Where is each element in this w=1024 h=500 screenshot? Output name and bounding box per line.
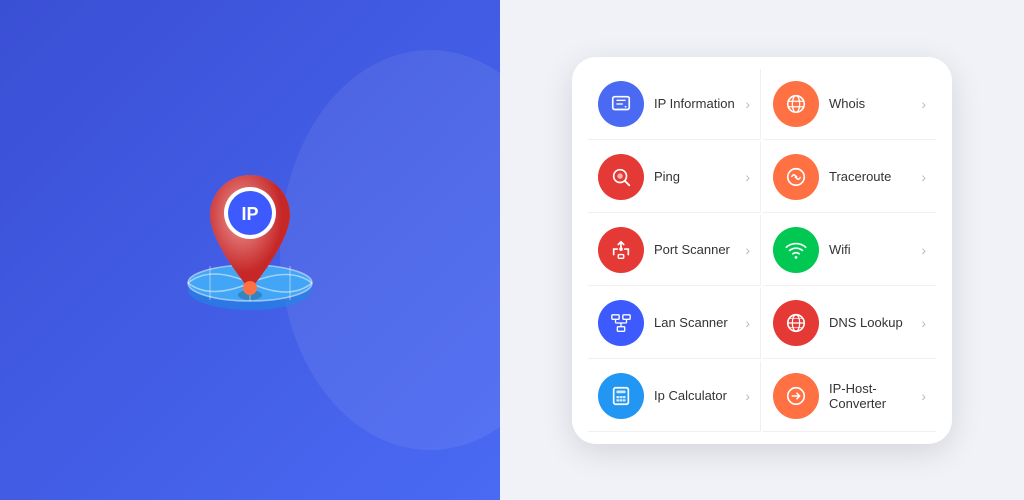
menu-item-ping[interactable]: Ping › [588,142,761,213]
menu-item-whois[interactable]: Whois › [763,69,936,140]
traceroute-chevron: › [921,169,926,185]
ip-info-icon [598,81,644,127]
right-panel: IP Information›Whois›Ping›Traceroute›Por… [500,0,1024,500]
svg-text:IP: IP [241,204,258,224]
menu-item-ip-calculator[interactable]: Ip Calculator › [588,361,761,432]
ip-info-chevron: › [745,96,750,112]
dns-lookup-label: DNS Lookup [829,315,917,330]
ping-label: Ping [654,169,741,184]
menu-grid: IP Information›Whois›Ping›Traceroute›Por… [588,69,936,432]
wifi-label: Wifi [829,242,917,257]
ip-host-icon [773,373,819,419]
traceroute-icon [773,154,819,200]
lan-scanner-icon [598,300,644,346]
menu-item-wifi[interactable]: Wifi › [763,215,936,286]
ping-icon [598,154,644,200]
ip-calculator-chevron: › [745,388,750,404]
dns-lookup-chevron: › [921,315,926,331]
left-panel: IP [0,0,500,500]
ip-host-chevron: › [921,388,926,404]
whois-label: Whois [829,96,917,111]
traceroute-label: Traceroute [829,169,917,184]
ip-calculator-icon [598,373,644,419]
whois-icon [773,81,819,127]
port-scanner-label: Port Scanner [654,242,741,257]
hero-illustration: IP [150,135,350,335]
port-scanner-chevron: › [745,242,750,258]
menu-card: IP Information›Whois›Ping›Traceroute›Por… [572,57,952,444]
lan-scanner-label: Lan Scanner [654,315,741,330]
ip-info-label: IP Information [654,96,741,111]
menu-item-ip-info[interactable]: IP Information › [588,69,761,140]
wifi-chevron: › [921,242,926,258]
ping-chevron: › [745,169,750,185]
menu-item-dns-lookup[interactable]: DNS Lookup › [763,288,936,359]
ip-host-label: IP-Host-Converter [829,381,917,411]
dns-lookup-icon [773,300,819,346]
menu-item-traceroute[interactable]: Traceroute › [763,142,936,213]
lan-scanner-chevron: › [745,315,750,331]
menu-item-lan-scanner[interactable]: Lan Scanner › [588,288,761,359]
whois-chevron: › [921,96,926,112]
menu-item-port-scanner[interactable]: Port Scanner › [588,215,761,286]
menu-item-ip-host[interactable]: IP-Host-Converter› [763,361,936,432]
ip-calculator-label: Ip Calculator [654,388,741,403]
wifi-icon [773,227,819,273]
port-scanner-icon [598,227,644,273]
